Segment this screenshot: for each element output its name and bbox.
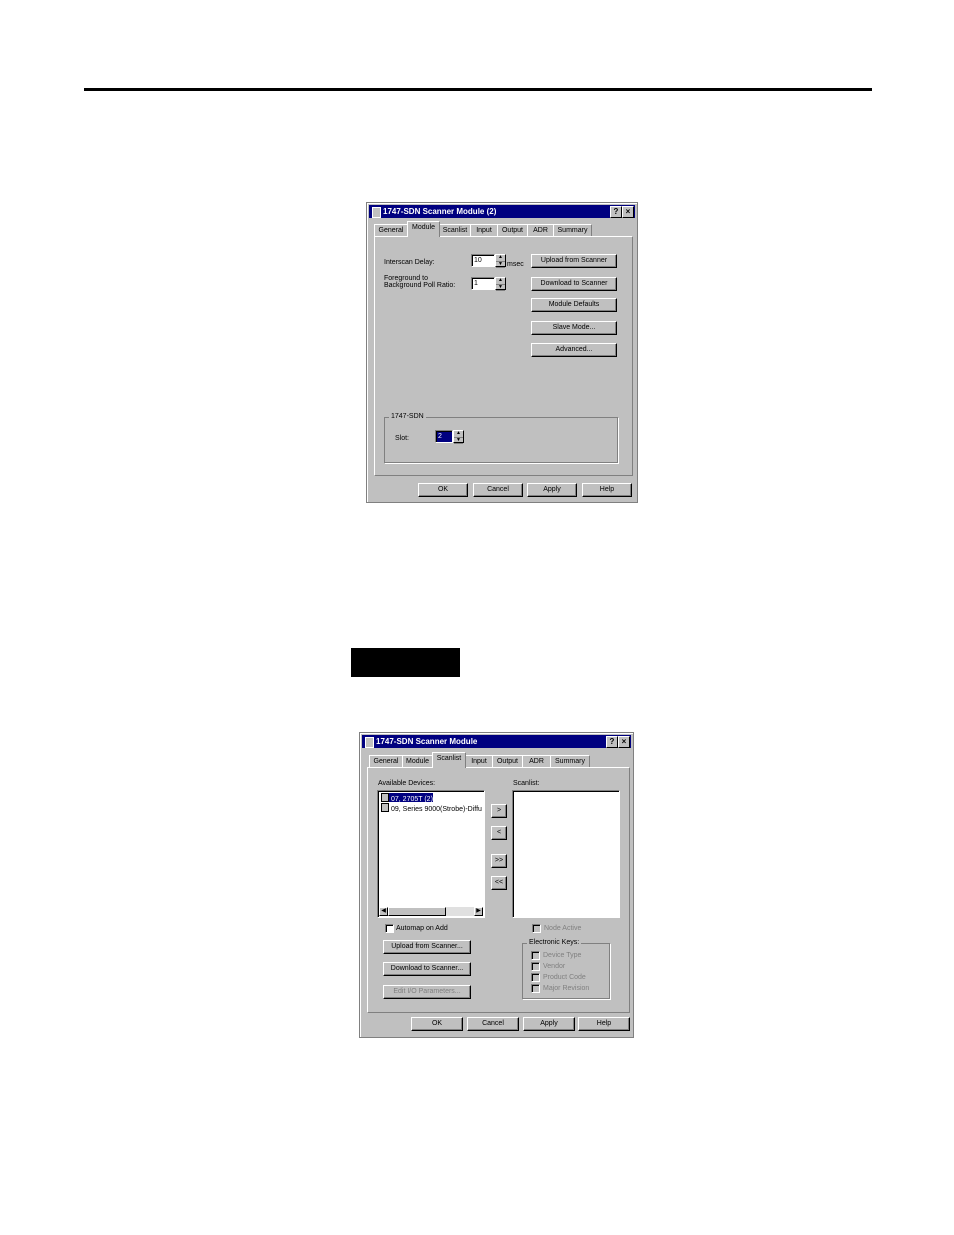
tab-strip: General Module Scanlist Input Output ADR… [367, 752, 626, 768]
tab-module[interactable]: Module [402, 755, 433, 767]
device-icon [381, 803, 389, 812]
tab-adr[interactable]: ADR [522, 755, 551, 767]
title-bar: 1747-SDN Scanner Module ? × [362, 735, 631, 748]
download-to-scanner-button[interactable]: Download to Scanner [531, 277, 617, 291]
tab-adr[interactable]: ADR [527, 224, 554, 236]
scanlist-list[interactable] [512, 790, 620, 918]
device-icon [381, 793, 389, 802]
help-button[interactable]: Help [582, 483, 632, 497]
scanner-module-dialog-scanlist-tab: 1747-SDN Scanner Module ? × General Modu… [359, 732, 634, 1038]
cancel-button[interactable]: Cancel [473, 483, 523, 497]
node-active-checkbox[interactable] [532, 924, 541, 933]
close-icon[interactable]: × [618, 736, 630, 748]
tab-strip: General Module Scanlist Input Output ADR… [374, 221, 630, 237]
tab-scanlist[interactable]: Scanlist [432, 752, 466, 768]
add-device-button[interactable]: > [491, 804, 507, 818]
major-revision-label: Major Revision [543, 985, 590, 992]
electronic-keys-group: Electronic Keys: Device Type Vendor Prod… [522, 939, 610, 999]
interscan-delay-input[interactable]: 10 [471, 254, 495, 267]
advanced-button[interactable]: Advanced... [531, 343, 617, 357]
upload-from-scanner-button[interactable]: Upload from Scanner... [383, 940, 471, 954]
apply-button[interactable]: Apply [527, 483, 577, 497]
available-devices-label: Available Devices: [378, 780, 436, 787]
tab-input[interactable]: Input [465, 755, 493, 767]
sdn-slot-group: 1747-SDN Slot: 2 ▲ ▼ [384, 413, 618, 463]
tab-summary[interactable]: Summary [550, 755, 590, 767]
download-to-scanner-button[interactable]: Download to Scanner... [383, 962, 471, 976]
app-icon [365, 737, 374, 748]
fg-bg-ratio-input[interactable]: 1 [471, 277, 495, 290]
help-button[interactable]: Help [578, 1017, 630, 1031]
tab-scanlist[interactable]: Scanlist [439, 224, 471, 236]
tab-general[interactable]: General [369, 755, 403, 767]
vendor-label: Vendor [543, 963, 566, 970]
close-icon[interactable]: × [622, 206, 634, 218]
interscan-delay-spinner[interactable]: ▲ ▼ [495, 254, 506, 268]
list-item[interactable]: 09, Series 9000(Strobe)-Diffu [381, 803, 482, 813]
tab-input[interactable]: Input [470, 224, 498, 236]
major-revision-checkbox[interactable] [531, 984, 540, 993]
horizontal-scrollbar[interactable]: ◀ ▶ [379, 907, 483, 916]
list-item[interactable]: 07, 2705T (2) [381, 793, 433, 803]
slot-input[interactable]: 2 [435, 430, 453, 443]
scanner-module-dialog-module-tab: 1747-SDN Scanner Module (2) ? × General … [366, 202, 638, 503]
device-type-checkbox[interactable] [531, 951, 540, 960]
cancel-button[interactable]: Cancel [467, 1017, 519, 1031]
slot-spinner[interactable]: ▲ ▼ [453, 430, 464, 444]
ok-button[interactable]: OK [418, 483, 468, 497]
node-active-label: Node Active [544, 925, 582, 932]
add-all-devices-button[interactable]: >> [491, 854, 507, 868]
dialog-title: 1747-SDN Scanner Module (2) [383, 207, 497, 216]
electronic-keys-label: Electronic Keys: [527, 939, 582, 947]
tab-panel: Interscan Delay: 10 ▲ ▼ msec Foreground t… [374, 236, 633, 476]
scanlist-label: Scanlist: [513, 780, 540, 787]
interscan-delay-label: Interscan Delay: [384, 259, 435, 266]
module-defaults-button[interactable]: Module Defaults [531, 298, 617, 312]
scroll-left-arrow-icon[interactable]: ◀ [379, 907, 388, 916]
tab-general[interactable]: General [374, 224, 408, 236]
ok-button[interactable]: OK [411, 1017, 463, 1031]
product-code-label: Product Code [543, 974, 586, 981]
title-bar: 1747-SDN Scanner Module (2) ? × [369, 205, 635, 218]
scroll-thumb[interactable] [388, 907, 446, 916]
apply-button[interactable]: Apply [523, 1017, 575, 1031]
app-icon [372, 207, 381, 218]
automap-label: Automap on Add [396, 925, 448, 932]
remove-device-button[interactable]: < [491, 826, 507, 840]
upload-from-scanner-button[interactable]: Upload from Scanner [531, 254, 617, 268]
slot-label: Slot: [395, 435, 410, 442]
help-question-icon[interactable]: ? [610, 206, 622, 218]
edit-io-parameters-button[interactable]: Edit I/O Parameters... [383, 985, 471, 999]
product-code-checkbox[interactable] [531, 973, 540, 982]
remove-all-devices-button[interactable]: << [491, 876, 507, 890]
automap-checkbox[interactable] [385, 924, 394, 933]
page-header-rule [84, 88, 872, 91]
available-devices-list[interactable]: 07, 2705T (2) 09, Series 9000(Strobe)-Di… [377, 790, 485, 918]
group-label: 1747-SDN [389, 413, 426, 421]
interscan-unit: msec [507, 261, 524, 268]
fg-bg-ratio-spinner[interactable]: ▲ ▼ [495, 277, 506, 291]
tab-panel: Available Devices: Scanlist: 07, 2705T (… [367, 767, 630, 1013]
device-type-label: Device Type [543, 952, 582, 959]
scroll-right-arrow-icon[interactable]: ▶ [474, 907, 483, 916]
redacted-label-block [351, 648, 460, 677]
tab-summary[interactable]: Summary [553, 224, 592, 236]
slave-mode-button[interactable]: Slave Mode... [531, 321, 617, 335]
fg-bg-label-line2: Background Poll Ratio: [384, 282, 456, 289]
vendor-checkbox[interactable] [531, 962, 540, 971]
tab-output[interactable]: Output [497, 224, 528, 236]
tab-module[interactable]: Module [407, 221, 440, 237]
tab-output[interactable]: Output [492, 755, 523, 767]
help-question-icon[interactable]: ? [606, 736, 618, 748]
dialog-title: 1747-SDN Scanner Module [376, 737, 478, 746]
